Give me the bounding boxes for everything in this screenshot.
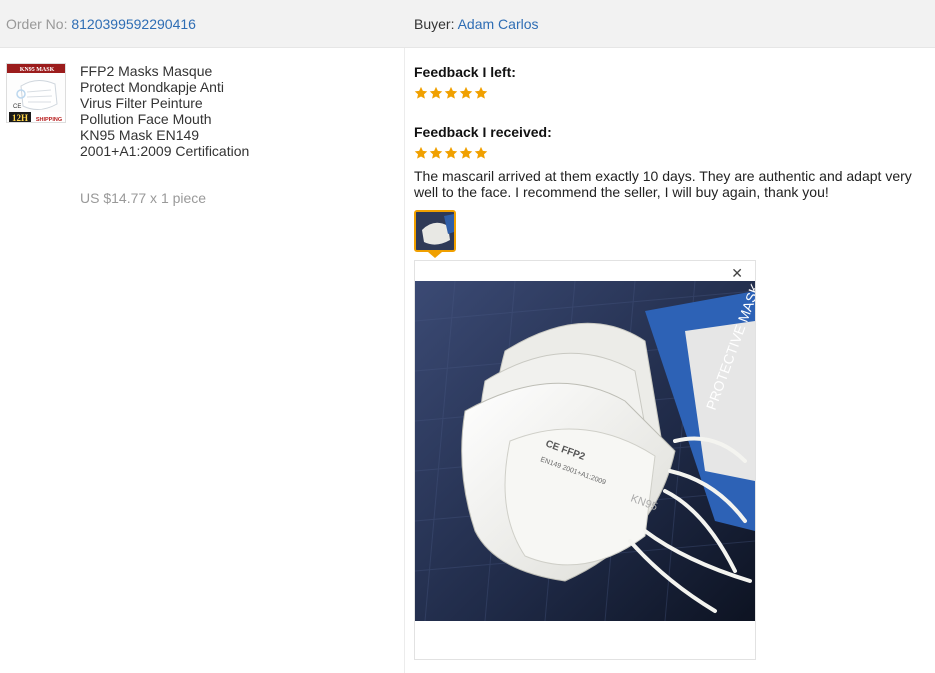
buyer-name-link[interactable]: Adam Carlos [458,16,539,32]
feedback-received-heading: Feedback I received: [414,124,552,140]
order-header: Order No: 8120399592290416 Buyer: Adam C… [0,0,935,48]
star-icon [444,146,458,159]
feedback-left-stars [414,86,488,100]
buyer-info: Buyer: Adam Carlos [414,16,539,32]
buyer-label: Buyer: [414,16,455,32]
star-icon [444,86,458,99]
order-number: Order No: 8120399592290416 [6,16,196,32]
star-icon [474,86,488,99]
product-thumbnail[interactable]: KN95 MASK CE 12H SHIPPING [6,63,66,123]
star-icon [429,146,443,159]
star-icon [414,146,428,159]
star-icon [429,86,443,99]
thumb-title-text: KN95 MASK [20,67,55,73]
feedback-comment: The mascaril arrived at them exactly 10 … [414,168,912,200]
review-photo-thumbnail[interactable] [414,210,456,252]
feedback-left-heading: Feedback I left: [414,64,516,80]
thumb-ce-text: CE [13,104,21,110]
star-icon [459,86,473,99]
close-icon[interactable]: ✕ [731,266,743,280]
photo-pointer-caret [428,252,442,258]
star-icon [459,146,473,159]
feedback-received-stars [414,146,488,160]
review-photo: PROTECTIVE MASK CE FFP2 EN149 2001+A1:20… [415,281,755,621]
thumb-badge-text: 12H [12,113,28,123]
photo-viewer: ✕ PROTECTIVE MASK CE FFP2 EN149 2001+A1:… [414,260,756,660]
order-number-link[interactable]: 8120399592290416 [71,16,196,32]
star-icon [414,86,428,99]
star-icon [474,146,488,159]
product-title[interactable]: FFP2 Masks Masque Protect Mondkapje Anti… [80,63,250,159]
order-label: Order No: [6,16,68,32]
column-divider [404,48,405,673]
product-price: US $14.77 x 1 piece [80,190,207,206]
thumb-shipping-text: SHIPPING [36,117,62,123]
